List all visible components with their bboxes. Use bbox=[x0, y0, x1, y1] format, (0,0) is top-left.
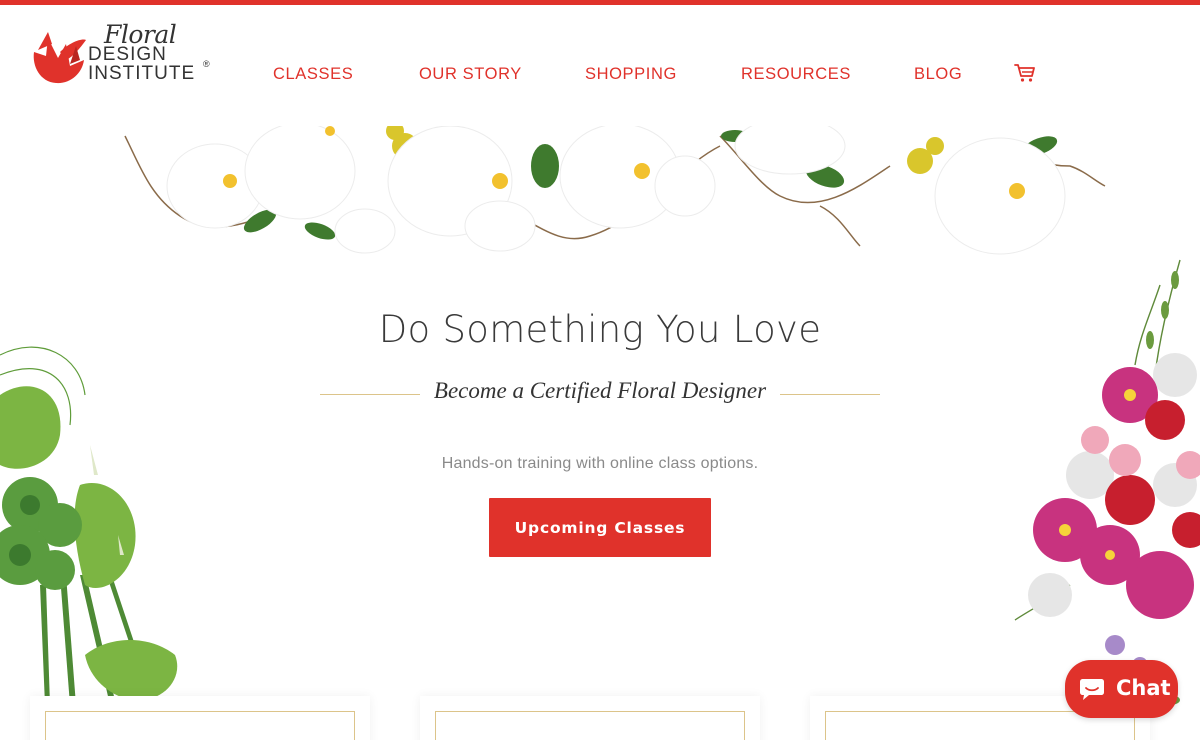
chat-bubble-icon bbox=[1080, 679, 1104, 700]
orchid-garland-image bbox=[124, 126, 1106, 255]
chat-button[interactable]: Chat bbox=[1065, 660, 1178, 718]
site-header: Floral DESIGN INSTITUTE ® CLASSES OUR ST… bbox=[0, 5, 1200, 126]
upcoming-classes-button[interactable]: Upcoming Classes bbox=[489, 498, 711, 557]
hero-headline: Do Something You Love bbox=[378, 308, 822, 351]
feature-card[interactable] bbox=[30, 696, 370, 740]
chat-label: Chat bbox=[1116, 676, 1171, 700]
feature-card-frame bbox=[45, 711, 355, 740]
nav-item-classes[interactable]: CLASSES bbox=[273, 65, 353, 84]
feature-card-frame bbox=[435, 711, 745, 740]
anthurium-arrangement-image bbox=[0, 346, 178, 705]
hero-tagline: Hands-on training with online class opti… bbox=[441, 455, 759, 472]
nav-item-resources[interactable]: RESOURCES bbox=[741, 65, 851, 84]
gold-divider-right bbox=[780, 394, 880, 395]
nav-item-shopping[interactable]: SHOPPING bbox=[585, 65, 677, 84]
nav-item-blog[interactable]: BLOG bbox=[914, 65, 962, 84]
logo-design-text: DESIGN bbox=[88, 44, 167, 65]
shopping-cart-icon[interactable] bbox=[1014, 63, 1036, 83]
nav-item-our-story[interactable]: OUR STORY bbox=[419, 65, 522, 84]
feature-card[interactable] bbox=[420, 696, 760, 740]
hero-subline: Become a Certified Floral Designer bbox=[433, 378, 767, 403]
gold-divider-left bbox=[320, 394, 420, 395]
hero-subline-block: Become a Certified Floral Designer bbox=[320, 378, 880, 410]
